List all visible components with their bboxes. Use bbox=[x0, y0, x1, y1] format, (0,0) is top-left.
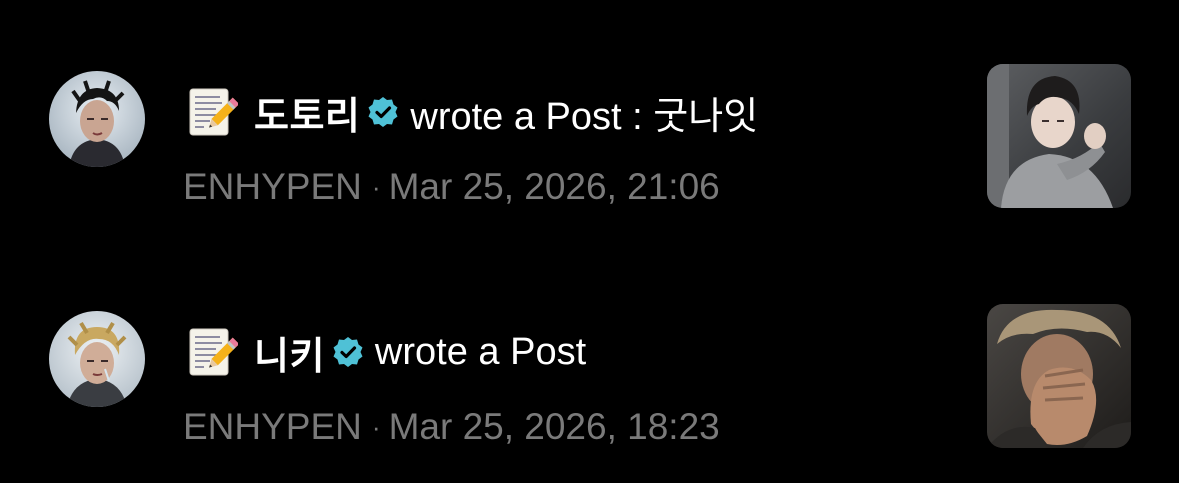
memo-pencil-icon bbox=[186, 326, 238, 378]
timestamp: Mar 25, 2026, 18:23 bbox=[388, 406, 720, 447]
notification-title: 니키 wrote a Post bbox=[186, 322, 586, 382]
action-text: wrote a Post : 굿나잇 bbox=[410, 95, 759, 138]
community-name: ENHYPEN bbox=[183, 406, 362, 447]
memo-pencil-icon bbox=[186, 86, 238, 138]
author-name[interactable]: 도토리 bbox=[254, 85, 360, 140]
meta-separator: · bbox=[371, 171, 381, 202]
notification-feed: 도토리 wrote a Post : 굿나잇 ENHYPEN · Mar 25,… bbox=[0, 0, 1179, 483]
verified-badge-icon bbox=[331, 335, 365, 369]
post-thumbnail[interactable] bbox=[987, 304, 1131, 448]
notification-meta: ENHYPEN · Mar 25, 2026, 21:06 bbox=[183, 164, 720, 210]
avatar[interactable] bbox=[49, 71, 145, 167]
avatar[interactable] bbox=[49, 311, 145, 407]
post-thumbnail[interactable] bbox=[987, 64, 1131, 208]
notification-item[interactable]: 도토리 wrote a Post : 굿나잇 ENHYPEN · Mar 25,… bbox=[0, 58, 1179, 218]
verified-badge-icon bbox=[366, 95, 400, 129]
notification-title: 도토리 wrote a Post : 굿나잇 bbox=[186, 82, 758, 142]
meta-separator: · bbox=[371, 411, 381, 442]
notification-item[interactable]: 니키 wrote a Post ENHYPEN · Mar 25, 2026, … bbox=[0, 298, 1179, 458]
action-text: wrote a Post bbox=[374, 330, 587, 373]
notification-meta: ENHYPEN · Mar 25, 2026, 18:23 bbox=[183, 404, 720, 450]
timestamp: Mar 25, 2026, 21:06 bbox=[388, 166, 720, 207]
author-name[interactable]: 니키 bbox=[254, 325, 325, 380]
community-name: ENHYPEN bbox=[183, 166, 362, 207]
